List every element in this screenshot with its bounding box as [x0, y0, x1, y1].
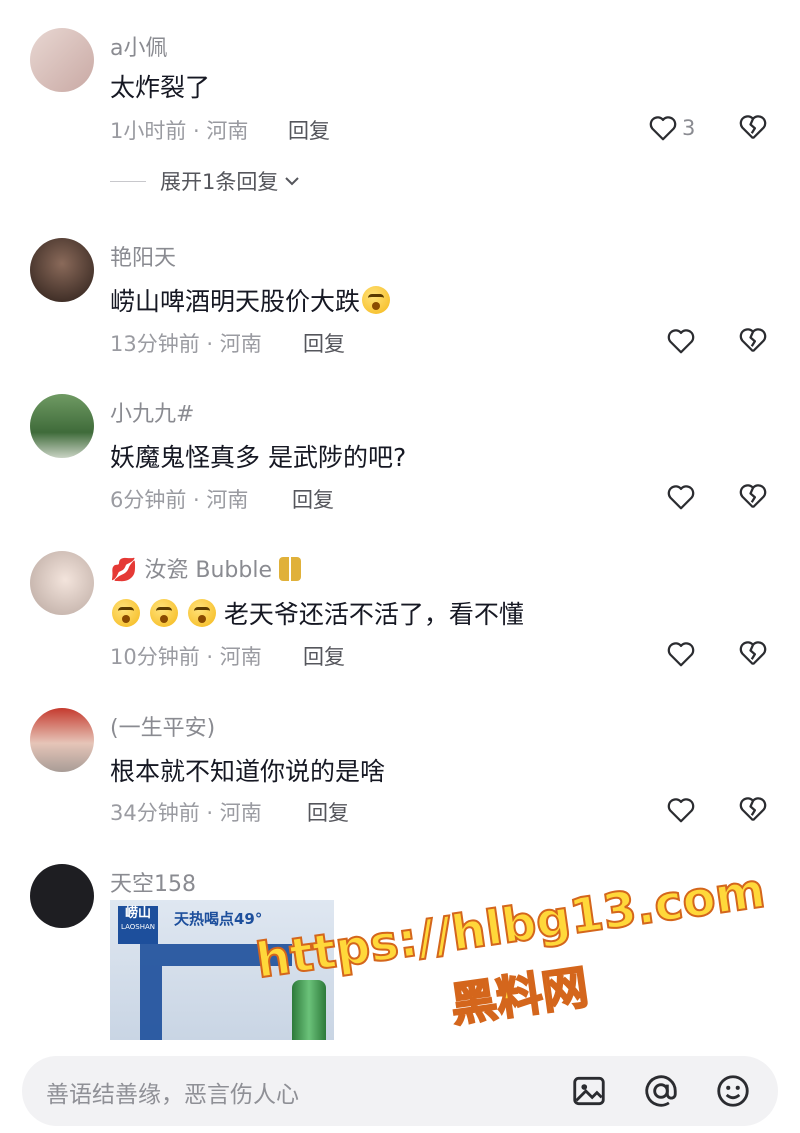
at-icon [645, 1075, 677, 1107]
image-banner: 天热喝点49° [174, 910, 263, 928]
dislike-button[interactable] [738, 326, 770, 356]
comment-username[interactable]: a小佩 [110, 30, 167, 62]
reply-button[interactable]: 回复 [303, 641, 345, 671]
chevron-down-icon [285, 177, 300, 186]
watermark-site-name: 黑料网 [446, 959, 592, 1034]
astonished-emoji-icon [187, 599, 216, 627]
astonished-emoji-icon [149, 599, 178, 627]
comment-username[interactable]: 小九九# [110, 396, 194, 428]
comment-time-location: 13分钟前 · 河南 [110, 332, 262, 356]
comment-text-content: 崂山啤酒明天股价大跌 [110, 287, 361, 316]
comment-username[interactable]: 💋 汝瓷 Bubble [110, 552, 302, 584]
broken-heart-icon [739, 641, 767, 666]
reply-button[interactable]: 回复 [307, 797, 349, 827]
comment-username[interactable]: (一生平安) [110, 710, 215, 742]
comment-input-bar[interactable]: 善语结善缘，恶言伤人心 [22, 1056, 778, 1126]
comment-time-location: 6分钟前 · 河南 [110, 488, 249, 512]
heart-icon [667, 329, 695, 354]
heart-icon [667, 642, 695, 667]
heart-icon [649, 116, 677, 141]
comment-text: 根本就不知道你说的是啥 [110, 757, 386, 786]
comment-time-location: 10分钟前 · 河南 [110, 645, 262, 669]
heart-icon [667, 798, 695, 823]
like-count: 3 [682, 116, 696, 140]
image-button[interactable] [570, 1072, 608, 1110]
beer-bottle [292, 980, 326, 1040]
avatar[interactable] [30, 708, 94, 772]
astonished-emoji-icon [112, 599, 140, 627]
avatar[interactable] [30, 394, 94, 458]
broken-heart-icon [739, 328, 767, 353]
comment-text: 妖魔鬼怪真多 是武陟的吧? [110, 443, 407, 472]
like-button[interactable] [666, 795, 698, 825]
divider-line [110, 180, 146, 182]
lips-emoji-icon: 💋 [110, 558, 138, 583]
laughing-emoji-icon [362, 286, 391, 314]
smiley-icon [717, 1075, 749, 1107]
comment-time-location: 34分钟前 · 河南 [110, 801, 262, 825]
avatar[interactable] [30, 551, 94, 615]
expand-replies-label: 展开1条回复 [160, 170, 279, 194]
comment-text: 老天爷还活不活了，看不懂 [110, 595, 524, 631]
broken-heart-icon [739, 484, 767, 509]
broken-heart-icon [739, 115, 767, 140]
comment-username[interactable]: 艳阳天 [110, 240, 176, 272]
dancers-emoji-icon [279, 557, 302, 581]
comment-text: 太炸裂了 [110, 73, 211, 102]
comment-time-location: 1小时前 · 河南 [110, 119, 249, 143]
broken-heart-icon [739, 797, 767, 822]
dislike-button[interactable] [738, 795, 770, 825]
mention-button[interactable] [642, 1072, 680, 1110]
like-button[interactable] [666, 639, 698, 669]
expand-replies-button[interactable]: 展开1条回复 [110, 166, 300, 196]
avatar[interactable] [30, 238, 94, 302]
image-icon [573, 1076, 605, 1106]
brand-logo: 崂山 LAOSHAN [118, 906, 158, 944]
dislike-button[interactable] [738, 639, 770, 669]
like-button[interactable] [666, 482, 698, 512]
like-button[interactable] [648, 113, 680, 143]
reply-button[interactable]: 回复 [292, 484, 334, 514]
emoji-button[interactable] [714, 1072, 752, 1110]
username-text: 汝瓷 Bubble [144, 558, 273, 583]
like-button[interactable] [666, 326, 698, 356]
brand-logo-en: LAOSHAN [121, 923, 155, 931]
dislike-button[interactable] [738, 482, 770, 512]
dislike-button[interactable] [738, 113, 770, 143]
heart-icon [667, 485, 695, 510]
comment-username[interactable]: 天空158 [110, 866, 196, 898]
reply-button[interactable]: 回复 [303, 328, 345, 358]
avatar[interactable] [30, 28, 94, 92]
comment-input-placeholder[interactable]: 善语结善缘，恶言伤人心 [46, 1075, 299, 1109]
brand-logo-text: 崂山 [124, 906, 151, 921]
reply-button[interactable]: 回复 [288, 115, 330, 145]
comment-text-content: 老天爷还活不活了，看不懂 [223, 600, 524, 629]
avatar[interactable] [30, 864, 94, 928]
comment-text: 崂山啤酒明天股价大跌 [110, 282, 391, 318]
